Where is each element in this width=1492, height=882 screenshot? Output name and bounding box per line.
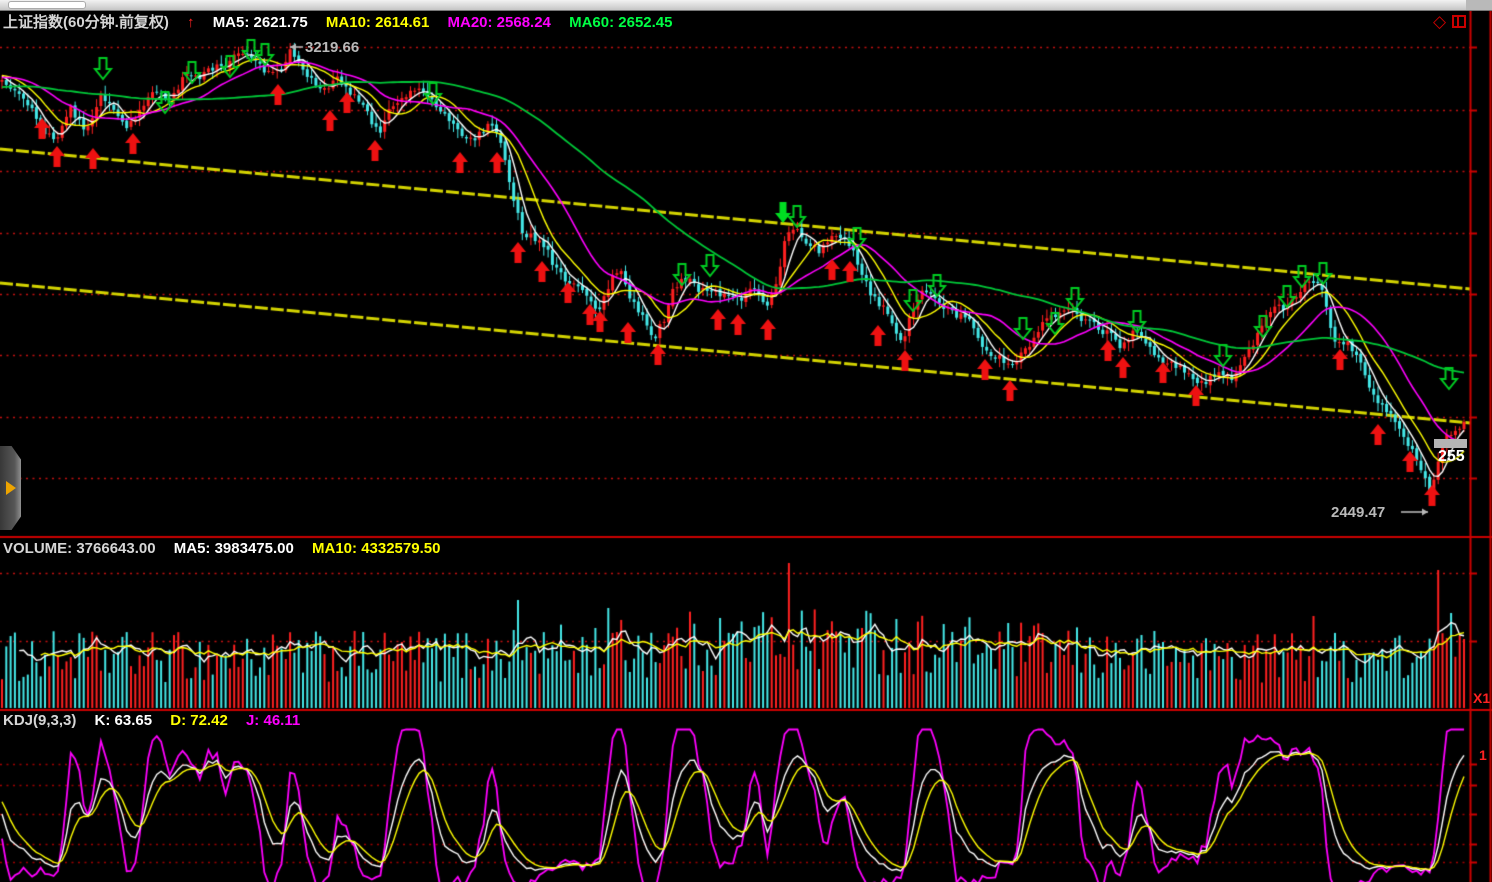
- kdj-k-value: K: 63.65: [95, 712, 153, 729]
- current-price-marker: [1434, 439, 1467, 448]
- kdj-j-value: J: 46.11: [246, 712, 300, 729]
- diamond-icon[interactable]: ◇: [1433, 12, 1446, 32]
- kdj-indicator-name: KDJ(9,3,3): [3, 712, 76, 729]
- current-price-label: 255: [1438, 448, 1465, 466]
- kdj-d-value: D: 72.42: [170, 712, 228, 729]
- ma60-value: MA60: 2652.45: [569, 14, 672, 31]
- stock-chart-window: 上证指数(60分钟.前复权) ↑ MA5: 2621.75 MA10: 2614…: [0, 0, 1492, 882]
- volume-value: VOLUME: 3766643.00: [3, 540, 156, 557]
- top-scrollbar[interactable]: [0, 0, 1492, 11]
- ma20-value: MA20: 2568.24: [448, 14, 551, 31]
- split-window-icon[interactable]: [1452, 15, 1466, 28]
- scrollbar-thumb[interactable]: [8, 1, 86, 9]
- volume-pane-header: VOLUME: 3766643.00 MA5: 3983475.00 MA10:…: [3, 540, 454, 557]
- scrollbar-end: [1466, 0, 1492, 10]
- main-pane-header: 上证指数(60分钟.前复权) ↑ MA5: 2621.75 MA10: 2614…: [3, 11, 686, 32]
- buy-signal-icon: ↑: [187, 14, 195, 31]
- expand-arrow-icon: [6, 481, 16, 495]
- volume-ma10-value: MA10: 4332579.50: [312, 540, 440, 557]
- high-price-annotation: 3219.66: [305, 39, 359, 56]
- volume-ma5-value: MA5: 3983475.00: [174, 540, 294, 557]
- ma10-value: MA10: 2614.61: [326, 14, 429, 31]
- kdj-pane-header: KDJ(9,3,3) K: 63.65 D: 72.42 J: 46.11: [3, 712, 314, 729]
- ma5-value: MA5: 2621.75: [213, 14, 308, 31]
- chart-canvas[interactable]: [0, 0, 1492, 882]
- left-panel-toggle[interactable]: [0, 446, 21, 530]
- volume-multiplier-label: X1: [1473, 690, 1490, 706]
- symbol-title: 上证指数(60分钟.前复权): [3, 14, 169, 31]
- kdj-scale-label: 1: [1479, 747, 1487, 763]
- low-price-annotation: 2449.47: [1331, 504, 1385, 521]
